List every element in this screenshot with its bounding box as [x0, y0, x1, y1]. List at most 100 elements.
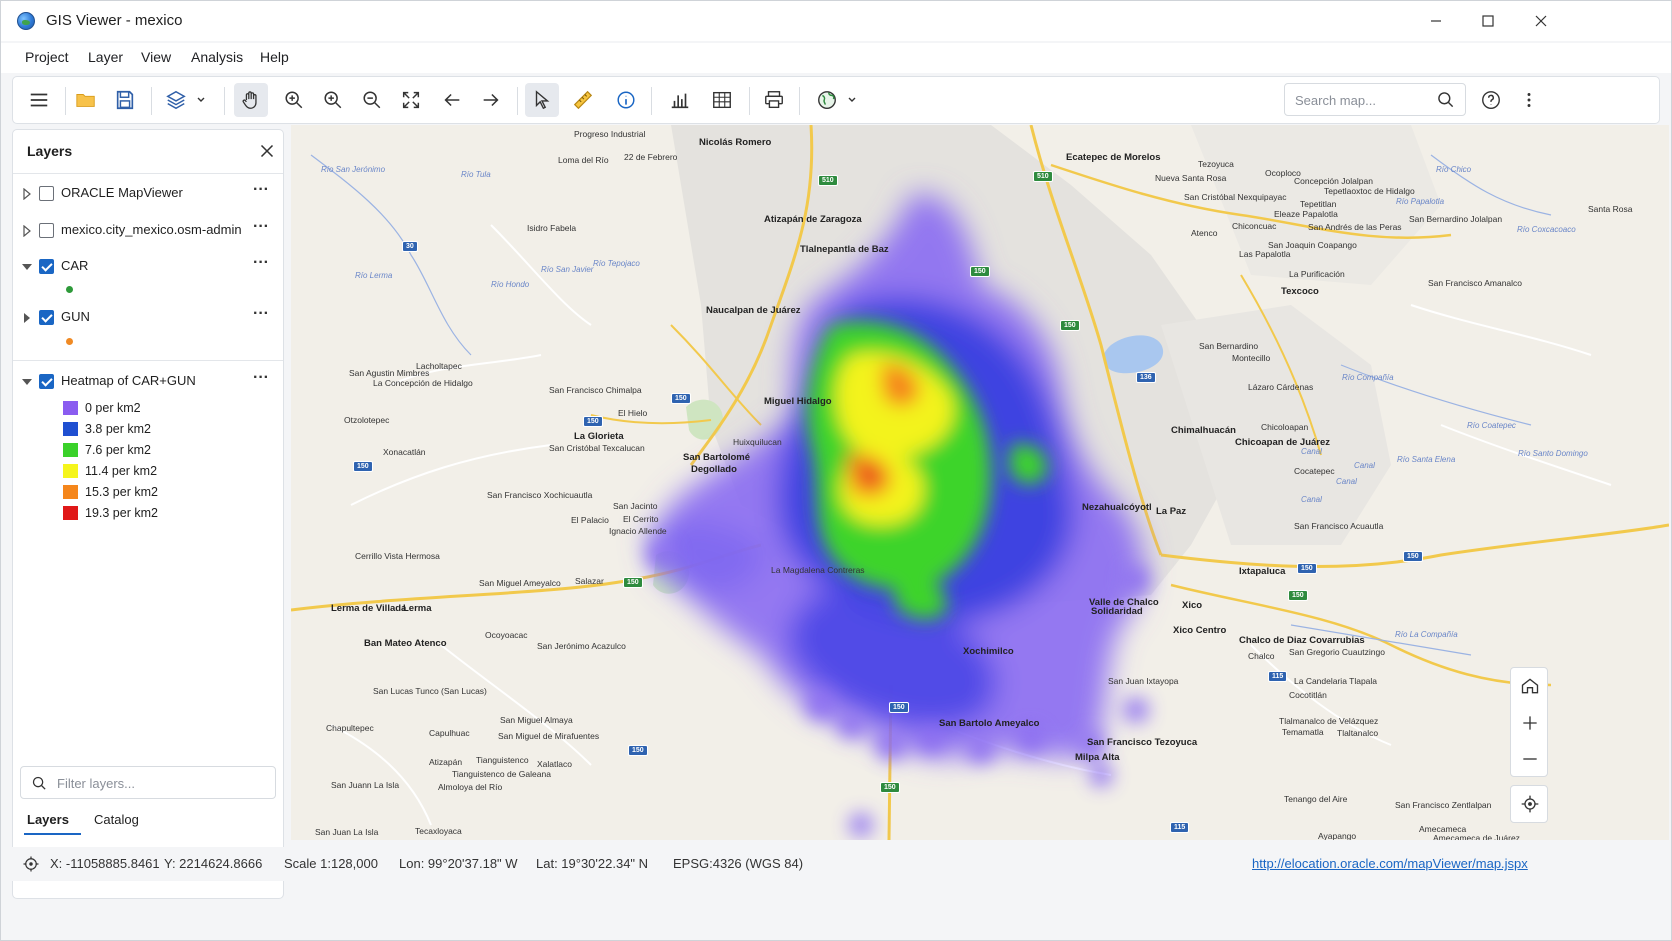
place-label: San Bernardino	[1199, 341, 1259, 351]
minimize-button[interactable]	[1411, 5, 1461, 37]
zoom-out-button[interactable]	[316, 83, 350, 117]
place-label: Xico Centro	[1173, 625, 1227, 636]
river-label: Río Tepojaco	[593, 259, 640, 268]
place-label: Xochimilco	[963, 646, 1014, 657]
collapse-arrow-icon[interactable]	[22, 376, 32, 388]
place-label: La Glorieta	[574, 431, 624, 442]
place-label: Cocotitlán	[1289, 690, 1327, 700]
select-button[interactable]	[525, 83, 559, 117]
place-label: Otzolotepec	[344, 415, 390, 425]
menu-help[interactable]: Help	[260, 49, 289, 65]
layer-row-heatmap[interactable]: Heatmap of CAR+GUN ···	[13, 369, 283, 395]
layer-checkbox[interactable]	[39, 310, 54, 325]
place-label: San Bartolo Ameyalco	[939, 718, 1040, 729]
close-panel-icon[interactable]	[256, 140, 278, 162]
print-button[interactable]	[757, 83, 791, 117]
highway-shield: 510	[818, 175, 838, 186]
toolbar-separator	[651, 87, 652, 115]
layers-button[interactable]	[159, 83, 193, 117]
layer-row-gun[interactable]: GUN ···	[13, 305, 283, 331]
layer-checkbox[interactable]	[39, 374, 54, 389]
chevron-down-icon[interactable]	[196, 95, 206, 105]
place-label: Atizapán de Zaragoza	[764, 214, 862, 225]
more-options-button[interactable]	[1512, 83, 1546, 117]
chart-button[interactable]	[663, 83, 697, 117]
open-button[interactable]	[69, 83, 103, 117]
legend-item: 15.3 per km2	[63, 482, 263, 502]
map-search-field[interactable]: Search map...	[1284, 83, 1466, 116]
zoom-in-icon	[285, 91, 303, 109]
map-canvas[interactable]: Río San Jerónimo Río Tula Río San Javier Rí…	[291, 125, 1669, 840]
menu-project[interactable]: Project	[25, 49, 69, 65]
status-url-link[interactable]: http://elocation.oracle.com/mapViewer/ma…	[1252, 856, 1528, 871]
expand-arrow-icon[interactable]	[22, 225, 32, 237]
layers-panel: Layers ORACLE MapViewer ··· mexico.city_…	[12, 129, 284, 899]
layer-more-button[interactable]: ···	[249, 370, 273, 391]
collapse-arrow-icon[interactable]	[22, 261, 32, 273]
layer-more-button[interactable]: ···	[249, 306, 273, 327]
gun-symbol-dot	[66, 338, 73, 345]
layer-checkbox[interactable]	[39, 186, 54, 201]
menu-layer[interactable]: Layer	[88, 49, 123, 65]
fit-extent-icon	[402, 91, 420, 109]
place-label: Las Papalotla	[1239, 249, 1291, 259]
layer-row-car[interactable]: CAR ···	[13, 254, 283, 280]
menu-view[interactable]: View	[141, 49, 171, 65]
place-label: Isidro Fabela	[527, 223, 577, 233]
locate-button[interactable]	[1511, 786, 1549, 822]
filter-layers-input[interactable]: Filter layers...	[20, 766, 276, 799]
search-icon[interactable]	[1436, 90, 1456, 110]
zoom-in-button[interactable]	[277, 83, 311, 117]
highway-shield: 150	[623, 577, 643, 588]
layers-panel-title: Layers	[27, 143, 73, 159]
locate-control	[1510, 785, 1548, 823]
legend-label: 7.6 per km2	[85, 443, 152, 457]
maximize-button[interactable]	[1463, 5, 1513, 37]
tab-catalog[interactable]: Catalog	[94, 812, 139, 827]
layer-more-button[interactable]: ···	[249, 219, 273, 240]
basemap-button[interactable]	[810, 83, 844, 117]
highway-shield: 115	[1268, 671, 1288, 682]
expand-arrow-icon[interactable]	[22, 312, 32, 324]
fit-extent-button[interactable]	[394, 83, 428, 117]
measure-button[interactable]	[566, 83, 600, 117]
chevron-down-icon[interactable]	[847, 95, 857, 105]
zoom-in-map-button[interactable]	[1511, 705, 1549, 741]
menu-analysis[interactable]: Analysis	[191, 49, 243, 65]
place-label: San Francisco Chimalpa	[549, 385, 642, 395]
menu-button[interactable]	[22, 83, 56, 117]
status-bar: X: -11058885.8461 Y: 2214624.8666 Scale …	[1, 847, 1671, 881]
zoom-minus-button[interactable]	[355, 83, 389, 117]
close-button[interactable]	[1516, 5, 1566, 37]
place-label: San Juan La Isla	[315, 827, 379, 837]
layer-checkbox[interactable]	[39, 259, 54, 274]
tab-layers[interactable]: Layers	[27, 812, 69, 827]
place-label: Santa Rosa	[1588, 204, 1633, 214]
help-button[interactable]	[1474, 83, 1508, 117]
river-label: Río San Javier	[541, 265, 594, 274]
legend-swatch	[63, 506, 78, 520]
legend-label: 19.3 per km2	[85, 506, 158, 520]
zoom-out-map-button[interactable]	[1511, 741, 1549, 777]
layer-row-osm-admin[interactable]: mexico.city_mexico.osm-admin ···	[13, 218, 283, 244]
table-button[interactable]	[705, 83, 739, 117]
back-button[interactable]	[435, 83, 469, 117]
place-label: Miguel Hidalgo	[764, 396, 832, 407]
river-label: Río Compañía	[1342, 373, 1394, 382]
forward-button[interactable]	[474, 83, 508, 117]
ruler-icon	[573, 90, 593, 110]
status-x: X: -11058885.8461	[50, 856, 160, 871]
legend-item: 3.8 per km2	[63, 419, 263, 439]
identify-button[interactable]	[609, 83, 643, 117]
pan-button[interactable]	[234, 83, 268, 117]
layer-row-oracle-mapviewer[interactable]: ORACLE MapViewer ···	[13, 181, 283, 207]
layer-more-button[interactable]: ···	[249, 182, 273, 203]
save-button[interactable]	[108, 83, 142, 117]
layer-checkbox[interactable]	[39, 223, 54, 238]
place-label: La Candelaria Tlapala	[1294, 676, 1378, 686]
home-button[interactable]	[1511, 668, 1549, 704]
highway-shield: 150	[880, 782, 900, 793]
layer-more-button[interactable]: ···	[249, 255, 273, 276]
legend-item: 7.6 per km2	[63, 440, 263, 460]
expand-arrow-icon[interactable]	[22, 188, 32, 200]
